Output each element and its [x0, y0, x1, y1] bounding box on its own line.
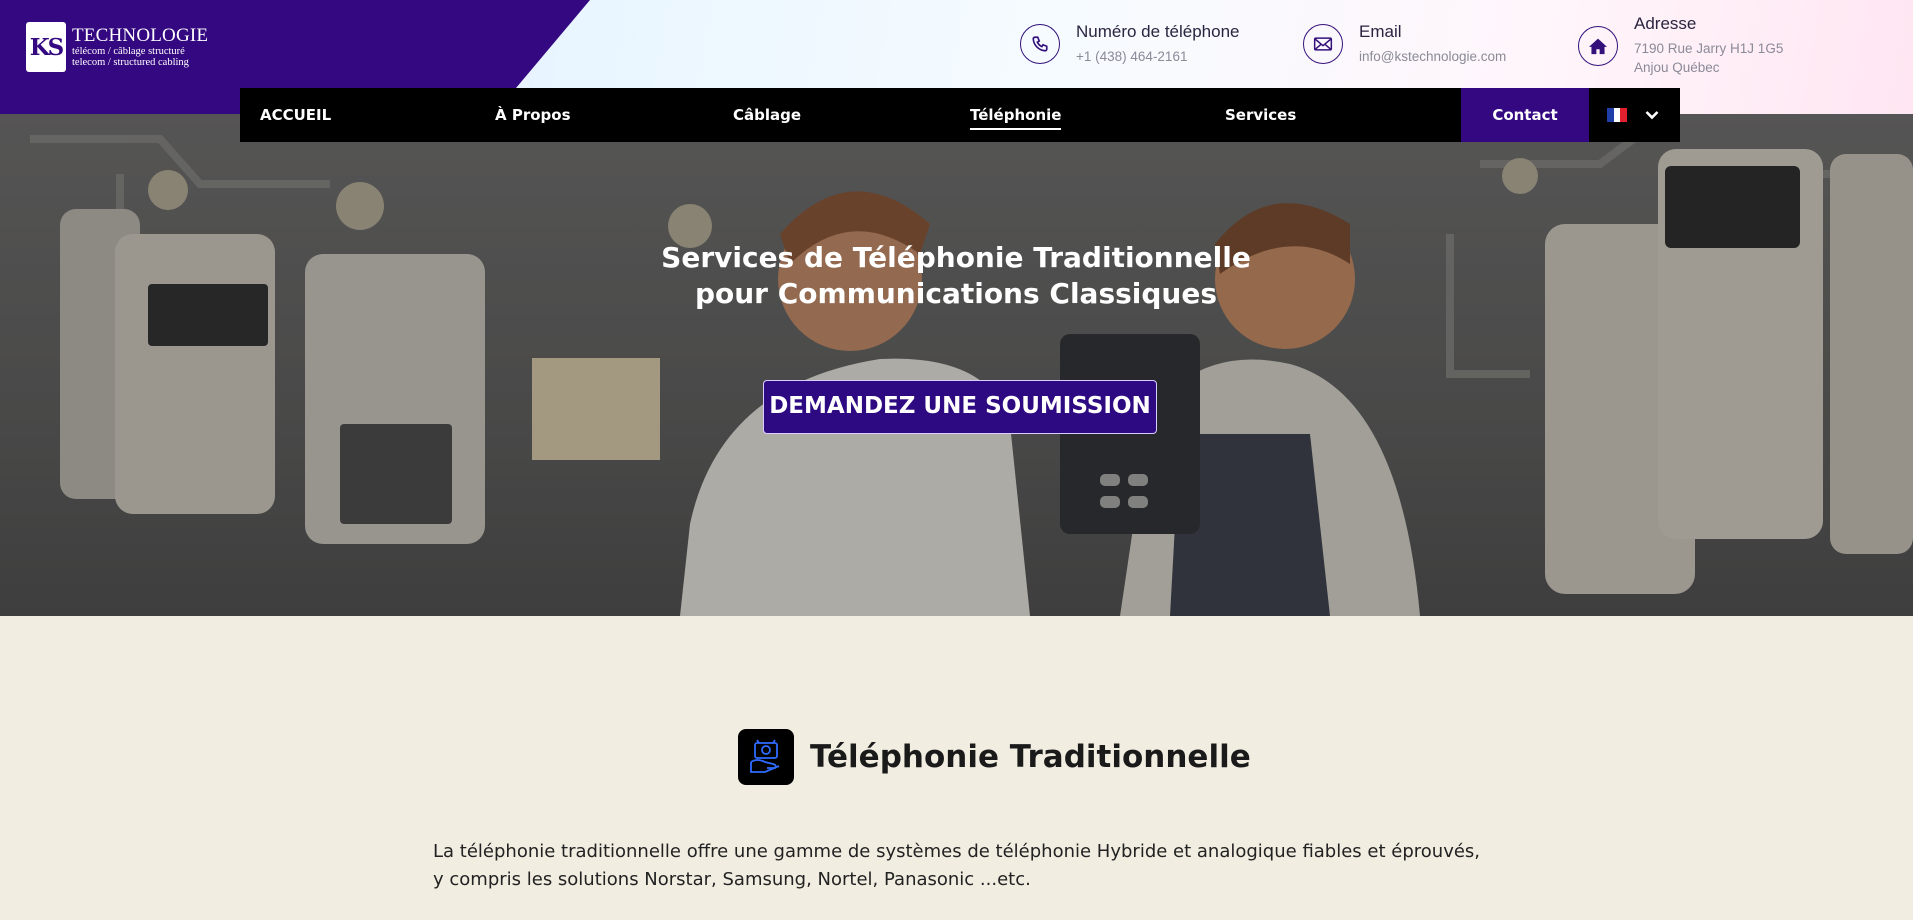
nav-item-label: À Propos	[495, 106, 571, 124]
contact-phone-value[interactable]: +1 (438) 464-2161	[1076, 48, 1240, 67]
section-heading: Téléphonie Traditionnelle	[738, 729, 1251, 785]
contact-phone-title: Numéro de téléphone	[1076, 22, 1240, 41]
contact-address-title: Adresse	[1634, 14, 1697, 33]
logo-text: TECHNOLOGIE télécom / câblage structuré …	[72, 26, 208, 68]
contact-email-title: Email	[1359, 22, 1402, 41]
main-nav: ACCUEIL À Propos Câblage Téléphonie Serv…	[240, 88, 1680, 142]
chevron-down-icon	[1645, 111, 1659, 120]
contact-address: Adresse 7190 Rue Jarry H1J 1G5 Anjou Qué…	[1578, 14, 1783, 78]
phone-icon[interactable]	[1020, 24, 1060, 65]
logo-name: TECHNOLOGIE	[72, 25, 209, 46]
nav-item-label: Téléphonie	[970, 106, 1062, 130]
nav-contact-button[interactable]: Contact	[1461, 88, 1589, 142]
address-line-1: 7190 Rue Jarry H1J 1G5	[1634, 41, 1784, 56]
section-body: La téléphonie traditionnelle offre une g…	[433, 841, 1481, 890]
address-line-2: Anjou Québec	[1634, 59, 1720, 75]
section-title: Téléphonie Traditionnelle	[810, 739, 1251, 775]
hero-banner: Services de Téléphonie Traditionnelle po…	[0, 114, 1913, 616]
mail-icon[interactable]	[1303, 24, 1343, 65]
contact-address-value: 7190 Rue Jarry H1J 1G5 Anjou Québec	[1634, 40, 1783, 78]
logo[interactable]: KS TECHNOLOGIE télécom / câblage structu…	[26, 22, 208, 72]
nav-item-cablage[interactable]: Câblage	[733, 88, 801, 142]
logo-tagline-fr: télécom / câblage structuré	[72, 46, 185, 57]
nav-item-services[interactable]: Services	[1225, 88, 1296, 142]
contact-email: Email info@kstechnologie.com	[1303, 22, 1506, 67]
hero-title: Services de Téléphonie Traditionnelle po…	[661, 241, 1251, 310]
language-selector[interactable]	[1607, 88, 1659, 142]
telephone-system-icon	[738, 729, 794, 785]
request-quote-button[interactable]: DEMANDEZ UNE SOUMISSION	[763, 380, 1157, 434]
contact-email-value[interactable]: info@kstechnologie.com	[1359, 48, 1506, 67]
logo-mark: KS	[26, 22, 66, 72]
nav-item-label: ACCUEIL	[260, 106, 332, 124]
home-icon	[1578, 25, 1618, 66]
logo-tagline-en: telecom / structured cabling	[72, 56, 189, 68]
nav-item-a-propos[interactable]: À Propos	[495, 88, 571, 142]
french-flag-icon	[1607, 108, 1628, 122]
nav-item-accueil[interactable]: ACCUEIL	[260, 88, 331, 142]
nav-item-label: Câblage	[733, 106, 802, 124]
nav-item-telephonie[interactable]: Téléphonie	[970, 88, 1062, 142]
contact-phone: Numéro de téléphone +1 (438) 464-2161	[1020, 22, 1240, 67]
nav-item-label: Services	[1225, 106, 1297, 124]
hero-overlay	[0, 114, 1913, 616]
